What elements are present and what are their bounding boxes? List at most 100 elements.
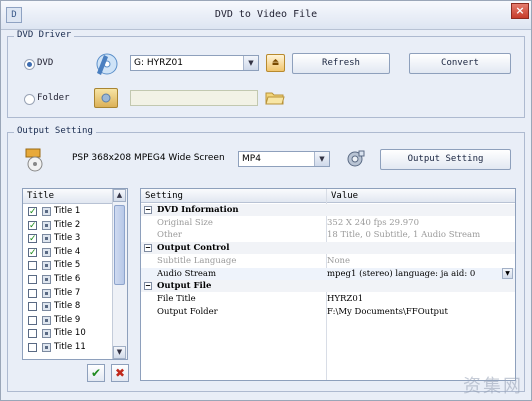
scroll-up-icon[interactable]: ▲ (113, 189, 126, 202)
title-label: Title 10 (54, 328, 86, 339)
title-label: Title 8 (54, 301, 81, 312)
disc-icon (42, 234, 51, 244)
settings-section-row[interactable]: − DVD Information (141, 204, 515, 216)
settings-row[interactable]: Audio Stream mpeg1 (stereo) language: ja … (141, 267, 515, 280)
disc-icon (42, 261, 51, 271)
uncheck-all-button[interactable]: ✖ (111, 364, 129, 382)
disc-icon (42, 343, 51, 352)
setting-value: 18 Title, 0 Subtitle, 1 Audio Stream (327, 230, 481, 241)
disc-icon (42, 315, 51, 325)
title-checkbox[interactable]: ✓ (28, 207, 37, 217)
disc-icon (42, 275, 51, 284)
chevron-down-icon[interactable]: ▼ (243, 56, 258, 70)
title-label: Title 11 (54, 342, 86, 352)
settings-row[interactable]: Original Size 352 X 240 fps 29.970 (141, 217, 515, 229)
dvd-driver-legend: DVD Driver (14, 30, 75, 40)
checkmark-icon: ✔ (90, 366, 102, 380)
title-list-header: Title (23, 189, 113, 204)
title-checkbox[interactable]: ✓ (28, 220, 37, 230)
folder-radio-label: Folder (37, 93, 70, 103)
format-select[interactable]: MP4 ▼ (238, 151, 330, 167)
setting-key: DVD Information (157, 205, 239, 215)
disc-icon (42, 247, 51, 257)
scroll-thumb[interactable] (114, 205, 125, 285)
dvd-radio-label: DVD (37, 58, 54, 68)
setting-value: mpeg1 (stereo) language: ja aid: 0 (327, 268, 476, 279)
disc-icon (42, 220, 51, 230)
settings-section-row[interactable]: − Output File (141, 280, 515, 293)
scroll-down-icon[interactable]: ▼ (113, 346, 126, 359)
title-label: Title 3 (54, 233, 81, 244)
setting-value: F:\My Documents\FFOutput (327, 306, 448, 317)
title-label: Title 6 (54, 274, 81, 284)
setting-key: Subtitle Language (157, 255, 237, 266)
window-title: DVD to Video File (214, 9, 318, 20)
check-all-button[interactable]: ✔ (87, 364, 105, 382)
setting-key: Original Size (157, 217, 213, 228)
title-checkbox[interactable]: ✓ (28, 247, 37, 257)
chevron-down-icon[interactable]: ▼ (502, 267, 513, 279)
setting-key: Audio Stream (157, 268, 217, 279)
cross-icon: ✖ (114, 366, 126, 380)
title-checkbox[interactable] (28, 261, 37, 271)
settings-row[interactable]: Subtitle Language None (141, 255, 515, 267)
setting-column-header: Setting (141, 189, 327, 203)
collapse-icon[interactable]: − (144, 244, 152, 253)
eject-button[interactable]: ⏏ (266, 54, 285, 72)
value-column-header: Value (327, 189, 515, 203)
psp-device-icon (24, 147, 46, 173)
dvd-radio[interactable] (24, 59, 35, 70)
settings-row[interactable]: Output Folder F:\My Documents\FFOutput (141, 306, 515, 318)
title-checkbox[interactable] (28, 275, 37, 284)
drive-select[interactable]: G: HYRZ01 ▼ (130, 55, 259, 71)
watermark: 资集网 (463, 376, 523, 397)
chevron-down-icon[interactable]: ▼ (314, 152, 329, 166)
title-list[interactable]: Title ✓ Title 1 ✓ Title 2 ✓ Title 3 ✓ Title 4 Ti… (22, 188, 128, 360)
format-select-value: MP4 (242, 154, 261, 164)
convert-button[interactable]: Convert (409, 53, 511, 74)
settings-grid[interactable]: Setting Value − DVD Information Original S… (140, 188, 516, 381)
setting-key: Output Folder (157, 306, 218, 317)
collapse-icon[interactable]: − (144, 206, 152, 214)
title-list-scrollbar[interactable]: ▲ ▼ (112, 189, 127, 359)
settings-row[interactable]: File Title HYRZ01 (141, 293, 515, 305)
output-setting-group: Output Setting PSP 368x208 MPEG4 Wide Sc… (7, 126, 525, 392)
setting-key: File Title (157, 293, 196, 304)
title-checkbox[interactable]: ✓ (28, 234, 37, 244)
output-profile-text: PSP 368x208 MPEG4 Wide Screen (72, 153, 225, 163)
title-label: Title 9 (54, 314, 81, 325)
close-button[interactable]: × (511, 3, 529, 19)
title-label: Title 2 (54, 219, 81, 230)
folder-radio[interactable] (24, 94, 35, 105)
title-label: Title 7 (54, 287, 81, 298)
title-label: Title 5 (54, 260, 81, 271)
settings-gear-icon[interactable] (344, 149, 366, 169)
setting-key: Output File (157, 281, 212, 292)
dvd-driver-group: DVD Driver DVD G: HYRZ01 ▼ ⏏ Refresh Con… (7, 30, 525, 118)
folder-icon (94, 88, 118, 108)
disc-icon (42, 288, 51, 298)
title-checkbox[interactable] (28, 302, 37, 312)
dvd-drive-icon (94, 49, 120, 77)
browse-folder-icon[interactable] (265, 89, 285, 106)
app-window: D DVD to Video File × DVD Driver DVD G: … (0, 0, 532, 401)
drive-select-value: G: HYRZ01 (134, 58, 184, 68)
folder-path-input[interactable] (130, 90, 258, 106)
title-checkbox[interactable] (28, 315, 37, 325)
title-checkbox[interactable] (28, 288, 37, 298)
title-label: Title 1 (54, 206, 81, 216)
setting-value: None (327, 255, 351, 266)
refresh-button[interactable]: Refresh (292, 53, 390, 74)
settings-row[interactable]: Other 18 Title, 0 Subtitle, 1 Audio Strea… (141, 229, 515, 241)
title-checkbox[interactable] (28, 343, 37, 352)
title-checkbox[interactable] (28, 329, 37, 339)
setting-key: Output Control (157, 243, 230, 254)
title-label: Title 4 (54, 246, 81, 257)
settings-section-row[interactable]: − Output Control (141, 242, 515, 255)
collapse-icon[interactable]: − (144, 282, 152, 291)
disc-icon (42, 302, 51, 312)
output-setting-legend: Output Setting (14, 126, 96, 136)
disc-icon (42, 207, 51, 216)
setting-value: HYRZ01 (327, 293, 364, 304)
output-setting-button[interactable]: Output Setting (380, 149, 511, 170)
